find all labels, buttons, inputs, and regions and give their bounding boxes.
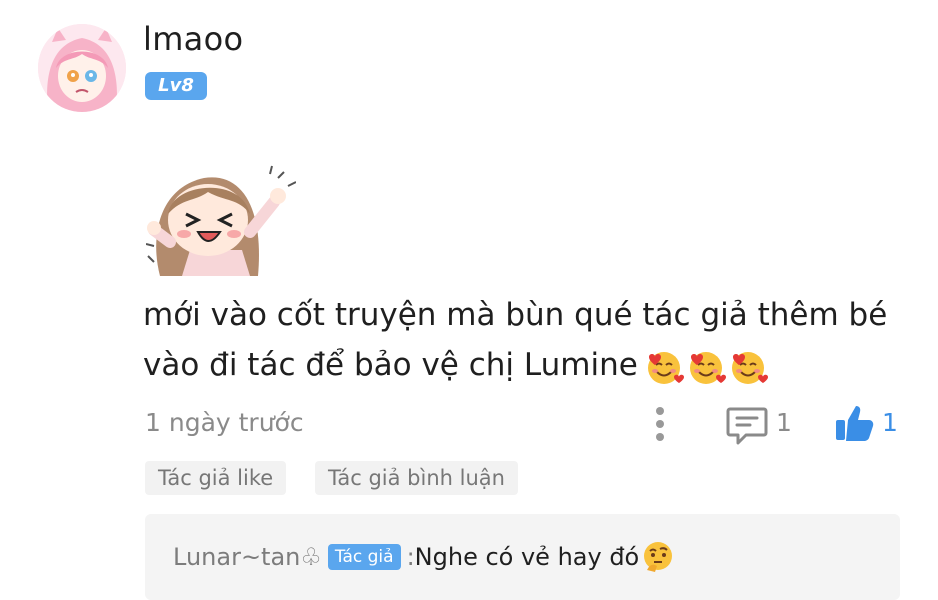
level-badge: Lv8 xyxy=(145,72,207,100)
smiling-face-with-hearts-icon xyxy=(731,351,768,384)
username[interactable]: lmaoo xyxy=(143,20,243,58)
emoji-row xyxy=(644,347,768,387)
sticker-image xyxy=(145,158,297,278)
reply-line: Lunar~tan♧ Tác giả : Nghe có vẻ hay đó xyxy=(173,538,675,576)
author-badge: Tác giả xyxy=(327,544,401,570)
reply-count: 1 xyxy=(776,408,792,437)
comment-text: mới vào cốt truyện mà bùn qué tác giả th… xyxy=(143,290,903,390)
comment-reply-icon[interactable] xyxy=(726,404,768,446)
reply-preview[interactable]: Lunar~tan♧ Tác giả : Nghe có vẻ hay đó xyxy=(145,514,900,600)
reply-text: Nghe có vẻ hay đó xyxy=(414,543,640,571)
reply-separator: : xyxy=(406,543,415,571)
smiling-face-with-hearts-icon xyxy=(689,351,726,384)
anime-girl-avatar-icon xyxy=(38,24,126,112)
more-options-icon[interactable] xyxy=(652,405,668,443)
author-replied-tag: Tác giả bình luận xyxy=(315,461,518,495)
like-count: 1 xyxy=(882,408,898,437)
smiling-face-with-hearts-icon xyxy=(647,351,684,384)
thumbs-up-icon[interactable] xyxy=(834,402,876,444)
chibi-girl-cheering-icon xyxy=(145,165,297,276)
comment-body: mới vào cốt truyện mà bùn qué tác giả th… xyxy=(143,297,888,383)
author-liked-tag: Tác giả like xyxy=(145,461,287,495)
timestamp: 1 ngày trước xyxy=(145,408,304,437)
reply-author[interactable]: Lunar~tan♧ xyxy=(173,538,322,576)
avatar[interactable] xyxy=(38,24,126,112)
thinking-face-icon xyxy=(644,542,673,572)
